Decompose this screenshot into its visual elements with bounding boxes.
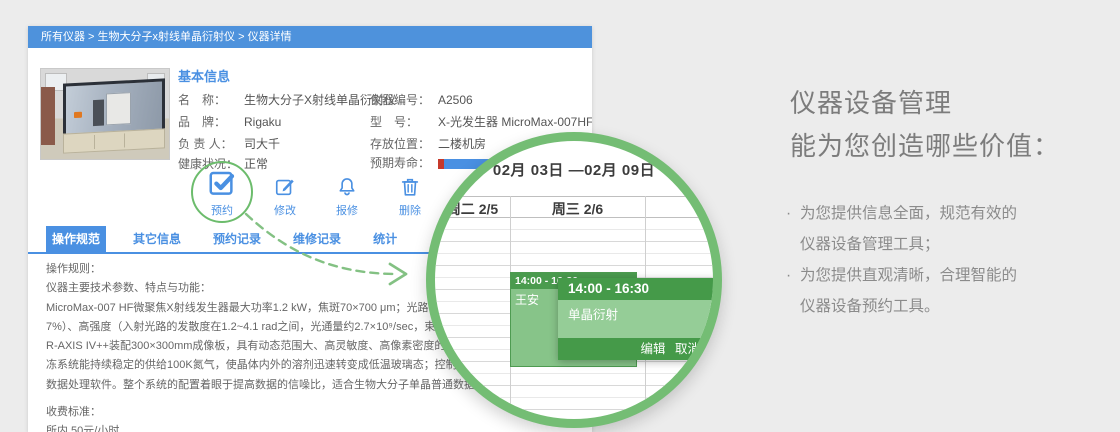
tab-other-info[interactable]: 其它信息 <box>128 226 186 252</box>
popup-actions: 编辑 取消 <box>558 338 713 360</box>
checkbox-check-icon <box>209 171 235 195</box>
promo-bullet-1: · 为您提供信息全面，规范有效的 仪器设备管理工具； <box>786 198 1017 260</box>
field-name: 名 称： 生物大分子X射线单晶衍射仪 <box>178 93 397 107</box>
field-location: 存放位置： 二楼机房 <box>370 137 487 151</box>
popup-title: 单晶衍射 <box>568 308 619 322</box>
promo-bullets: · 为您提供信息全面，规范有效的 仪器设备管理工具； · 为您提供直观清晰，合理… <box>786 198 1017 322</box>
calendar-day-thu: 周四 <box>699 201 713 217</box>
promo-title-line2: 能为您创造哪些价值： <box>790 131 1061 161</box>
edit-pencil-icon <box>275 179 294 196</box>
basic-info-title: 基本信息 <box>178 69 231 84</box>
bell-icon <box>339 178 355 196</box>
calendar-day-tue: 周二 2/5 <box>446 201 499 217</box>
breadcrumb[interactable]: 所有仪器 > 生物大分子x射线单晶衍射仪 > 仪器详情 <box>28 26 592 48</box>
popup-cancel-button[interactable]: 取消 <box>675 342 700 356</box>
edit-label: 修改 <box>274 205 296 217</box>
tab-reservation-records[interactable]: 预约记录 <box>208 226 266 252</box>
instrument-photo <box>40 68 170 160</box>
photo-cabinet <box>41 87 55 145</box>
pricing-line: 所内 50元/小时 <box>46 425 120 432</box>
reservation-popup: 14:00 - 16:30 单晶衍射 编辑 取消 <box>558 278 713 360</box>
promo-title-line1: 仪器设备管理 <box>790 88 953 118</box>
promo-title: 仪器设备管理 能为您创造哪些价值： <box>790 82 1060 168</box>
field-manager: 负 责 人： 司大千 <box>178 137 281 151</box>
field-brand: 品 牌： Rigaku <box>178 115 282 129</box>
field-model: 型 号： X-光发生器 MicroMax-007HF <box>370 115 592 129</box>
photo-base <box>63 128 165 154</box>
trash-icon <box>401 178 419 196</box>
edit-button[interactable]: 修改 <box>255 176 315 218</box>
tab-repair-records[interactable]: 维修记录 <box>288 226 346 252</box>
repair-label: 报修 <box>336 205 358 217</box>
promo-bullet-2: · 为您提供直观清晰，合理智能的 仪器设备预约工具。 <box>786 260 1017 322</box>
calendar-day-wed: 周三 2/6 <box>551 201 604 217</box>
bullet-dot: · <box>786 205 792 222</box>
reserve-label: 预约 <box>211 205 233 217</box>
calendar-magnifier: 02月 03日 —02月 09日 周二 2/5 周三 2/6 周四 14:00 … <box>426 132 722 428</box>
calendar-day-header-row: 周二 2/5 周三 2/6 周四 <box>435 196 713 218</box>
popup-edit-button[interactable]: 编辑 <box>640 342 665 356</box>
popup-time: 14:00 - 16:30 <box>558 278 713 300</box>
reserve-button[interactable]: 预约 <box>192 168 252 218</box>
calendar-week-range: 02月 03日 —02月 09日 <box>492 162 656 179</box>
tab-operation-standard[interactable]: 操作规范 <box>46 226 107 252</box>
field-serial: 仪器编号： A2506 <box>370 93 473 107</box>
delete-label: 删除 <box>399 205 421 217</box>
delete-button[interactable]: 删除 <box>380 176 440 218</box>
tab-statistics[interactable]: 统计 <box>368 226 402 252</box>
repair-report-button[interactable]: 报修 <box>317 176 377 218</box>
bullet-dot: · <box>786 267 792 284</box>
